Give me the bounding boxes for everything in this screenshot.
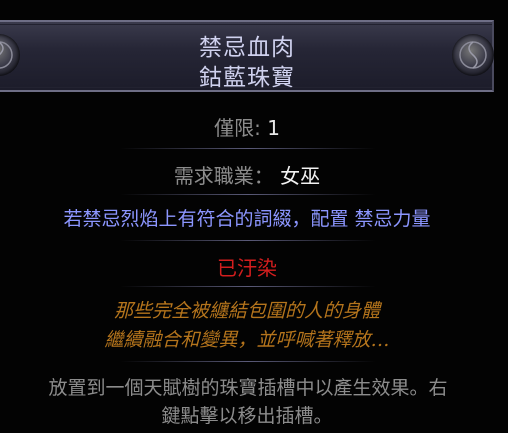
separator xyxy=(120,148,376,149)
item-name: 禁忌血肉 xyxy=(199,35,295,61)
separator xyxy=(120,240,376,241)
corrupted-label: 已汙染 xyxy=(217,256,277,280)
item-base-type: 鈷藍珠寶 xyxy=(199,65,295,91)
class-requirement: 需求職業： 女巫 xyxy=(0,160,494,189)
class-label: 需求職業： xyxy=(173,164,281,188)
item-tooltip: 禁忌血肉 鈷藍珠寶 僅限: 1 需求職業： 女巫 若禁忌烈焰上有符合的詞綴，配置… xyxy=(0,0,508,433)
flavor-text-line: 那些完全被纏結包圍的人的身體 xyxy=(113,300,380,322)
limit-value: 1 xyxy=(267,116,280,140)
separator xyxy=(120,361,376,362)
help-text-line: 放置到一個天賦樹的珠寶插槽中以產生效果。右 xyxy=(48,377,448,399)
class-value: 女巫 xyxy=(280,164,321,188)
help-text-line: 鍵點擊以移出插槽。 xyxy=(161,405,333,427)
flavor-text-line: 繼續融合和變異，並呼喊著釋放… xyxy=(104,329,390,351)
tooltip-header: 禁忌血肉 鈷藍珠寶 xyxy=(0,20,494,92)
separator xyxy=(120,194,376,195)
limit-property: 僅限: 1 xyxy=(0,112,494,141)
explicit-mod: 若禁忌烈焰上有符合的詞綴，配置 禁忌力量 xyxy=(63,208,431,230)
limit-label: 僅限: xyxy=(214,116,268,140)
separator xyxy=(120,286,376,287)
